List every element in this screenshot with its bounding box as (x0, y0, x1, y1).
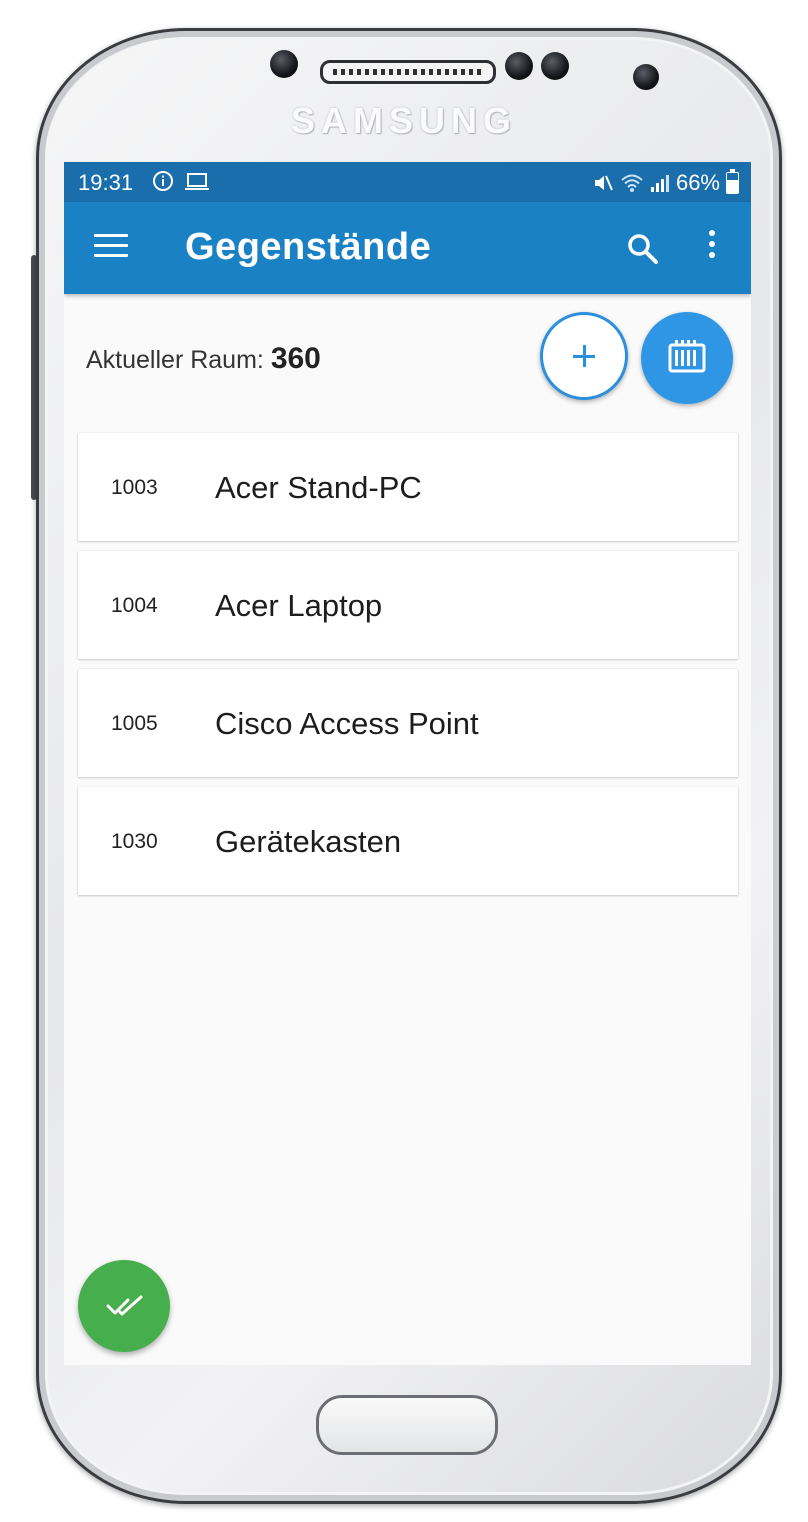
mute-icon (594, 175, 613, 191)
add-item-button[interactable] (540, 312, 628, 400)
info-icon (153, 171, 173, 191)
more-vert-icon (709, 230, 715, 236)
list-item[interactable]: 1004 Acer Laptop (78, 551, 738, 659)
search-button[interactable] (624, 230, 662, 268)
brand-logo: SAMSUNG (290, 100, 517, 141)
status-time: 19:31 (78, 170, 134, 195)
ir-sensor (541, 52, 569, 80)
current-room: Aktueller Raum: 360 (86, 342, 321, 376)
menu-icon (94, 234, 128, 237)
done-all-icon (106, 1295, 143, 1316)
item-id: 1004 (111, 594, 158, 617)
barcode-icon (668, 340, 706, 373)
item-name: Acer Stand-PC (215, 470, 422, 505)
proximity-sensor (270, 50, 298, 78)
item-name: Cisco Access Point (215, 706, 479, 741)
item-id: 1030 (111, 830, 158, 853)
light-sensor (505, 52, 533, 80)
list-item[interactable]: 1030 Gerätekasten (78, 787, 738, 895)
list-item[interactable]: 1003 Acer Stand-PC (78, 433, 738, 541)
wifi-icon (621, 174, 643, 192)
item-id: 1005 (111, 712, 158, 735)
earpiece-speaker (320, 60, 496, 84)
item-name: Gerätekasten (215, 824, 402, 859)
confirm-button[interactable] (78, 1260, 170, 1352)
laptop-icon (184, 173, 209, 190)
menu-button[interactable] (94, 234, 128, 260)
battery-percent: 66% (675, 170, 720, 195)
app-bar: Gegenstände (64, 202, 751, 294)
search-icon (628, 234, 658, 264)
status-left-icons (152, 170, 210, 195)
barcode-scan-button[interactable] (641, 312, 733, 404)
status-right: 66% (592, 169, 739, 196)
item-id: 1003 (111, 476, 158, 499)
current-room-label: Aktueller Raum: (86, 346, 264, 374)
overflow-menu-button[interactable] (700, 230, 724, 270)
list-item[interactable]: 1005 Cisco Access Point (78, 669, 738, 777)
item-name: Acer Laptop (215, 588, 383, 623)
home-button[interactable] (316, 1395, 498, 1455)
front-camera (633, 64, 659, 90)
signal-icon (650, 175, 669, 192)
current-room-number: 360 (270, 342, 321, 375)
status-bar: 19:31 66% (64, 162, 751, 202)
screen: 19:31 66% Gegenstände Aktueller Raum: 36… (64, 162, 751, 1365)
page-title: Gegenstände (185, 226, 432, 268)
item-list: 1003 Acer Stand-PC 1004 Acer Laptop 1005… (78, 433, 738, 905)
battery-icon (726, 169, 739, 194)
